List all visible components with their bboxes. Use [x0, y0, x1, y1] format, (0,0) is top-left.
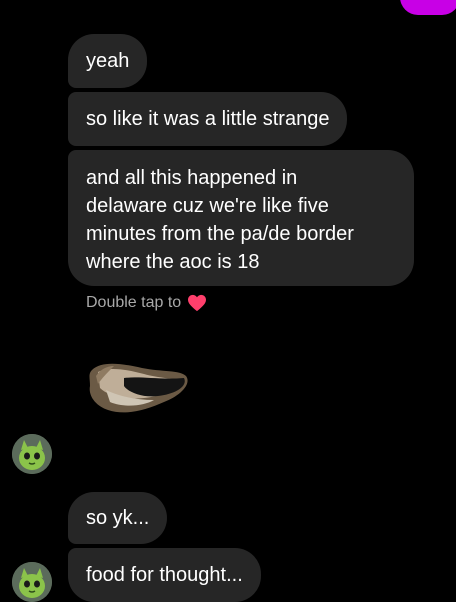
- double-tap-hint: Double tap to: [86, 294, 207, 312]
- sticker-image[interactable]: [84, 356, 194, 418]
- message-bubble[interactable]: yeah: [68, 34, 148, 88]
- outgoing-message-edge: [400, 0, 456, 15]
- message-text-line: minutes from the pa/de border: [86, 223, 354, 245]
- alien-avatar-icon[interactable]: [12, 434, 52, 474]
- message-text-line: and all this happened in: [86, 167, 298, 189]
- double-tap-text: Double tap to: [86, 294, 182, 311]
- message-text: so yk...: [86, 507, 150, 529]
- message-bubble[interactable]: food for thought...: [68, 548, 261, 602]
- message-bubble[interactable]: and all this happened in delaware cuz we…: [68, 150, 414, 286]
- message-text: so like it was a little strange: [86, 108, 330, 130]
- message-text-line: delaware cuz we're like five: [86, 195, 329, 217]
- message-text-line: where the aoc is 18: [86, 251, 260, 273]
- alien-avatar-icon[interactable]: [12, 562, 52, 602]
- message-bubble[interactable]: so yk...: [68, 492, 168, 544]
- message-text: yeah: [86, 50, 130, 72]
- message-bubble[interactable]: so like it was a little strange: [68, 92, 348, 146]
- heart-icon[interactable]: [187, 294, 207, 312]
- message-text: food for thought...: [86, 564, 243, 586]
